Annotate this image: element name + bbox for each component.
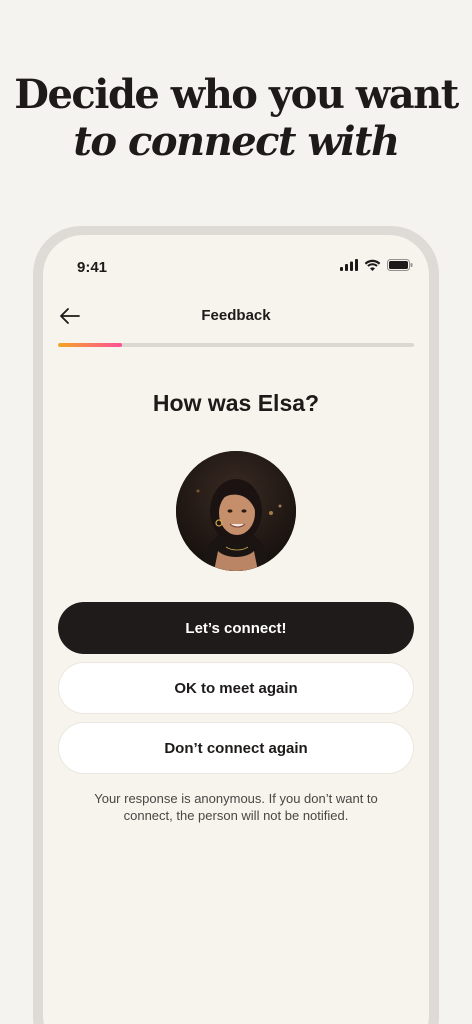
progress-bar <box>58 343 414 347</box>
battery-icon <box>387 259 413 271</box>
headline-line-1: Decide who you want <box>14 71 459 118</box>
question-title: How was Elsa? <box>152 390 320 416</box>
avatar-photo <box>176 451 296 571</box>
progress-fill <box>58 343 123 347</box>
phone-screen: 9:41 Feedback How was Elsa? Let’s connec… <box>43 235 429 1024</box>
anonymity-note: Your response is anonymous. If you don’t… <box>94 791 378 823</box>
ok-to-meet-again-button[interactable]: OK to meet again <box>58 662 414 714</box>
headline-line-2: to connect with <box>73 118 400 165</box>
page-title: Feedback <box>201 307 271 324</box>
lets-connect-button[interactable]: Let’s connect! <box>58 602 414 654</box>
status-time: 9:41 <box>77 259 108 276</box>
signal-icon <box>340 259 358 271</box>
marketing-headline: Decide who you want to connect with <box>0 70 472 164</box>
wifi-icon <box>364 259 381 271</box>
avatar <box>176 451 296 571</box>
dont-connect-again-button[interactable]: Don’t connect again <box>58 722 414 774</box>
status-icons <box>340 259 413 271</box>
